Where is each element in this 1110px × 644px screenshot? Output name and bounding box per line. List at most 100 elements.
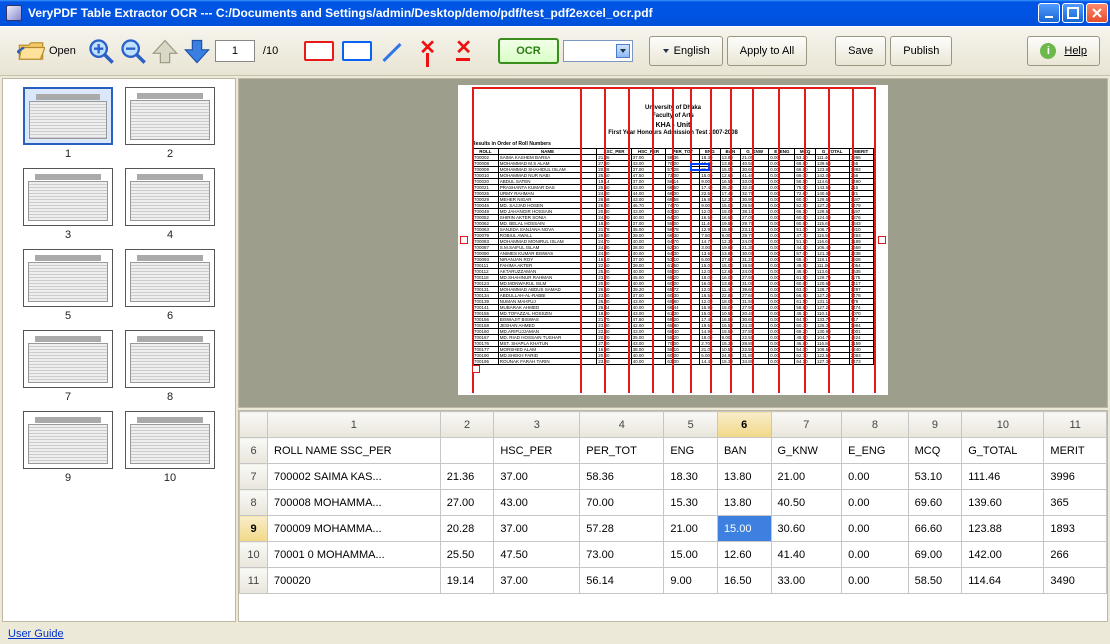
cell[interactable]: 43.00	[494, 490, 580, 516]
cell[interactable]: 66.60	[908, 516, 962, 542]
thumbnail-5[interactable]: 5	[22, 249, 114, 322]
cell[interactable]: 33.00	[771, 568, 842, 594]
cell[interactable]: BAN	[717, 438, 771, 464]
user-guide-link[interactable]: User Guide	[8, 628, 64, 640]
column-guide[interactable]	[710, 87, 712, 393]
thumbnail-9[interactable]: 9	[22, 411, 114, 484]
column-header[interactable]: 3	[494, 412, 580, 438]
cell[interactable]: 15.30	[664, 490, 718, 516]
cell[interactable]: G_TOTAL	[962, 438, 1044, 464]
cell[interactable]: ENG	[664, 438, 718, 464]
cell[interactable]: 0.00	[842, 464, 909, 490]
zoom-out-button[interactable]	[119, 37, 147, 65]
cell[interactable]: 41.40	[771, 542, 842, 568]
close-button[interactable]	[1086, 3, 1108, 23]
column-header[interactable]: 11	[1044, 412, 1107, 438]
column-guide[interactable]	[672, 87, 674, 393]
cell[interactable]: 365	[1044, 490, 1107, 516]
cell[interactable]	[440, 438, 494, 464]
save-button[interactable]: Save	[835, 36, 886, 66]
spreadsheet-table[interactable]: 12345678910116ROLL NAME SSC_PERHSC_PERPE…	[239, 411, 1107, 594]
open-button[interactable]: Open	[10, 36, 83, 66]
column-guide[interactable]	[580, 87, 582, 393]
column-guide[interactable]	[778, 87, 780, 393]
cell[interactable]: 20.28	[440, 516, 494, 542]
cell[interactable]: 12.60	[717, 542, 771, 568]
cell[interactable]: 21.36	[440, 464, 494, 490]
cell[interactable]: 70001 0 MOHAMMA...	[268, 542, 441, 568]
cell[interactable]: 123.88	[962, 516, 1044, 542]
thumbnail-1[interactable]: 1	[22, 87, 114, 160]
cell[interactable]: 69.60	[908, 490, 962, 516]
column-guide[interactable]	[752, 87, 754, 393]
cell[interactable]: 1893	[1044, 516, 1107, 542]
column-guide[interactable]	[652, 87, 654, 393]
row-header[interactable]: 11	[240, 568, 268, 594]
thumbnail-6[interactable]: 6	[124, 249, 216, 322]
cell[interactable]: 139.60	[962, 490, 1044, 516]
cell[interactable]: 21.00	[664, 516, 718, 542]
column-header[interactable]: 6	[717, 412, 771, 438]
cell[interactable]: 700002 SAIMA KAS...	[268, 464, 441, 490]
column-header[interactable]: 5	[664, 412, 718, 438]
cell[interactable]: 13.80	[717, 490, 771, 516]
apply-to-all-button[interactable]: Apply to All	[727, 36, 807, 66]
page-canvas[interactable]: University of Dhaka Faculty of Arts KHA …	[458, 85, 888, 395]
spreadsheet-panel[interactable]: 12345678910116ROLL NAME SSC_PERHSC_PERPE…	[238, 410, 1108, 622]
cell[interactable]: 0.00	[842, 516, 909, 542]
cell[interactable]: 114.64	[962, 568, 1044, 594]
cell[interactable]: 13.80	[717, 464, 771, 490]
cell[interactable]: 3490	[1044, 568, 1107, 594]
select-blue-region-button[interactable]	[342, 41, 372, 61]
page-number-input[interactable]	[215, 40, 255, 62]
draw-line-button[interactable]	[376, 35, 408, 67]
thumbnail-7[interactable]: 7	[22, 330, 114, 403]
cell[interactable]: 700008 MOHAMMA...	[268, 490, 441, 516]
column-guide[interactable]	[730, 87, 732, 393]
cell[interactable]: 700009 MOHAMMA...	[268, 516, 441, 542]
cell[interactable]: 58.50	[908, 568, 962, 594]
cell[interactable]: 266	[1044, 542, 1107, 568]
cell[interactable]: 56.14	[580, 568, 664, 594]
sheet-corner[interactable]	[240, 412, 268, 438]
cell[interactable]: 15.00	[664, 542, 718, 568]
cell[interactable]: 70.00	[580, 490, 664, 516]
cell[interactable]: 3996	[1044, 464, 1107, 490]
cell[interactable]: 69.00	[908, 542, 962, 568]
cell[interactable]: 16.50	[717, 568, 771, 594]
help-button[interactable]: i Help	[1027, 36, 1100, 66]
cell[interactable]: ROLL NAME SSC_PER	[268, 438, 441, 464]
cell[interactable]: G_KNW	[771, 438, 842, 464]
column-header[interactable]: 10	[962, 412, 1044, 438]
column-guide[interactable]	[472, 87, 474, 393]
cell[interactable]: 18.30	[664, 464, 718, 490]
maximize-button[interactable]	[1062, 3, 1084, 23]
cell[interactable]: MERIT	[1044, 438, 1107, 464]
cell[interactable]: 19.14	[440, 568, 494, 594]
column-header[interactable]: 8	[842, 412, 909, 438]
cell[interactable]: 111.46	[962, 464, 1044, 490]
cell[interactable]: E_ENG	[842, 438, 909, 464]
row-header[interactable]: 7	[240, 464, 268, 490]
cell[interactable]: 9.00	[664, 568, 718, 594]
thumbnail-10[interactable]: 10	[124, 411, 216, 484]
column-header[interactable]: 2	[440, 412, 494, 438]
column-guide[interactable]	[874, 87, 876, 393]
cell[interactable]: 700020	[268, 568, 441, 594]
column-header[interactable]: 9	[908, 412, 962, 438]
cell[interactable]: 21.00	[771, 464, 842, 490]
cell[interactable]: HSC_PER	[494, 438, 580, 464]
cell[interactable]: MCQ	[908, 438, 962, 464]
row-guide[interactable]	[472, 87, 874, 89]
cell[interactable]: PER_TOT	[580, 438, 664, 464]
cell[interactable]: 37.00	[494, 464, 580, 490]
publish-button[interactable]: Publish	[890, 36, 952, 66]
column-guide[interactable]	[852, 87, 854, 393]
cell[interactable]: 37.00	[494, 568, 580, 594]
cell[interactable]: 47.50	[494, 542, 580, 568]
cell[interactable]: 58.36	[580, 464, 664, 490]
delete-horizontal-button[interactable]: ✕	[448, 35, 480, 67]
column-header[interactable]: 1	[268, 412, 441, 438]
column-header[interactable]: 4	[580, 412, 664, 438]
cell[interactable]: 142.00	[962, 542, 1044, 568]
